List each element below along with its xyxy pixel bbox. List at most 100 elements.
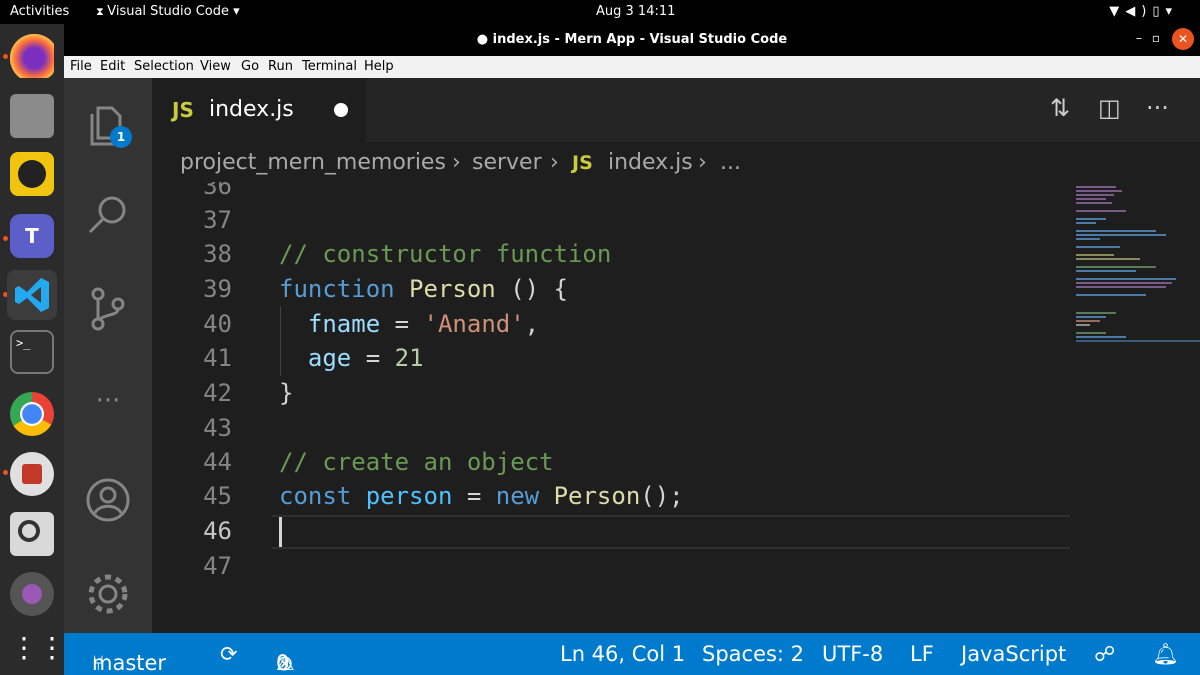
- token-operator: =: [380, 310, 424, 338]
- source-control-icon[interactable]: [84, 284, 132, 332]
- line-number: 45: [203, 482, 232, 510]
- running-indicator: [3, 54, 8, 59]
- token-keyword: const: [279, 482, 352, 510]
- line-number: 37: [203, 206, 232, 234]
- line-number: 38: [203, 240, 232, 268]
- activities-button[interactable]: Activities: [10, 4, 69, 19]
- app-menu[interactable]: ⧗ Visual Studio Code ▾: [96, 4, 240, 19]
- running-indicator: [3, 236, 8, 241]
- code-line-41: age = 21: [279, 344, 424, 372]
- window-title: ● index.js - Mern App - Visual Studio Co…: [476, 32, 788, 47]
- menu-view[interactable]: View: [200, 59, 231, 74]
- firefox-icon[interactable]: [10, 34, 54, 78]
- cursor-position[interactable]: Ln 46, Col 1: [560, 642, 685, 666]
- breadcrumb: project_mern_memories › server › JS inde…: [152, 142, 1200, 182]
- token-operator: =: [452, 482, 496, 510]
- token-function: Person: [553, 482, 641, 510]
- menu-go[interactable]: Go: [241, 59, 259, 74]
- line-number: 36: [203, 182, 232, 200]
- files-icon[interactable]: [10, 94, 54, 138]
- menu-help[interactable]: Help: [364, 59, 394, 74]
- menu-file[interactable]: File: [70, 59, 92, 74]
- indentation-status[interactable]: Spaces: 2: [702, 642, 804, 666]
- text-cursor: [279, 517, 282, 547]
- tab-index-js[interactable]: JS index.js: [152, 78, 366, 142]
- minimap[interactable]: [1070, 182, 1200, 633]
- token-keyword: function: [279, 275, 395, 303]
- menu-terminal[interactable]: Terminal: [302, 59, 357, 74]
- breadcrumb-subfolder[interactable]: server: [472, 150, 542, 175]
- more-actions-icon[interactable]: ···: [1146, 94, 1169, 122]
- branch-name: master: [92, 651, 167, 675]
- settings-dock-icon[interactable]: [10, 572, 54, 616]
- menu-edit[interactable]: Edit: [100, 59, 125, 74]
- rhythmbox-icon[interactable]: [10, 152, 54, 196]
- chevron-right-icon: ›: [550, 150, 559, 175]
- gear-icon[interactable]: [84, 570, 132, 618]
- token-variable: age: [307, 344, 352, 372]
- token-punct: () {: [495, 275, 568, 303]
- system-top-bar: Activities ⧗ Visual Studio Code ▾ Aug 3 …: [0, 0, 1200, 24]
- menu-selection[interactable]: Selection: [134, 59, 194, 74]
- token-punct: ,: [524, 310, 540, 338]
- window-titlebar: ● index.js - Mern App - Visual Studio Co…: [64, 24, 1200, 56]
- ubuntu-dock: T >_ ⋮⋮⋮: [0, 24, 94, 675]
- maximize-icon[interactable]: ▫: [1152, 31, 1160, 45]
- line-number: 42: [203, 379, 232, 407]
- code-line-38: // constructor function: [279, 240, 612, 268]
- language-mode[interactable]: JavaScript: [961, 642, 1066, 666]
- chrome-icon[interactable]: [10, 392, 54, 436]
- screenshot-tool-icon[interactable]: [10, 512, 54, 556]
- menu-bar: File Edit Selection View Go Run Terminal…: [64, 56, 1200, 78]
- split-editor-icon[interactable]: ◫: [1098, 94, 1121, 122]
- chevron-right-icon: ›: [698, 150, 707, 175]
- more-views-icon[interactable]: ···: [84, 386, 132, 434]
- system-tray[interactable]: ▼◀)▯▾: [1109, 4, 1178, 19]
- breadcrumb-more[interactable]: ...: [720, 150, 741, 175]
- token-operator: =: [351, 344, 395, 372]
- warning-count: 0: [276, 651, 290, 675]
- code-line-39: function Person () {: [279, 275, 568, 303]
- close-icon[interactable]: ✕: [1172, 28, 1194, 50]
- notifications-bell-icon[interactable]: 🔔︎: [1152, 642, 1179, 667]
- breadcrumb-file[interactable]: index.js: [608, 150, 693, 175]
- clock[interactable]: Aug 3 14:11: [596, 4, 675, 19]
- code-editor[interactable]: 36 37 38 39 40 41 42 43 44 45 46 47 // c…: [152, 182, 1070, 633]
- accounts-icon[interactable]: [84, 476, 132, 524]
- chevron-right-icon: ›: [452, 150, 461, 175]
- encoding-status[interactable]: UTF-8: [822, 642, 883, 666]
- token-punct: ();: [640, 482, 684, 510]
- token-number: 21: [394, 344, 424, 372]
- terminal-icon[interactable]: >_: [10, 330, 54, 374]
- search-icon[interactable]: [84, 190, 132, 238]
- token-function: Person: [409, 275, 496, 303]
- sync-icon[interactable]: ⟳: [220, 642, 238, 666]
- teams-icon[interactable]: T: [10, 214, 54, 258]
- compare-changes-icon[interactable]: ⇅: [1050, 94, 1070, 122]
- explorer-badge: 1: [110, 126, 132, 148]
- running-indicator: [3, 470, 8, 475]
- js-file-icon: JS: [172, 98, 194, 122]
- line-number: 44: [203, 448, 232, 476]
- minimize-icon[interactable]: –: [1136, 31, 1142, 45]
- explorer-icon[interactable]: 1: [84, 98, 132, 148]
- line-number: 41: [203, 344, 232, 372]
- line-number: 40: [203, 310, 232, 338]
- code-line-44: // create an object: [279, 448, 554, 476]
- line-number: 39: [203, 275, 232, 303]
- activity-bar: 1 ···: [64, 78, 152, 633]
- chevron-down-icon: ▾: [1165, 4, 1178, 19]
- vscode-dock-icon[interactable]: [7, 270, 57, 320]
- show-apps-icon[interactable]: ⋮⋮⋮: [10, 628, 94, 672]
- eol-status[interactable]: LF: [910, 642, 934, 666]
- feedback-icon[interactable]: ☍: [1094, 642, 1115, 666]
- status-bar: ⑂ master ⟳ ⊗ 0 ⚠ 0 Ln 46, Col 1 Spaces: …: [64, 633, 1200, 675]
- software-updater-icon[interactable]: [10, 452, 54, 496]
- line-number-current: 46: [203, 517, 232, 545]
- token-keyword: new: [495, 482, 540, 510]
- token-variable: fname: [307, 310, 381, 338]
- breadcrumb-folder[interactable]: project_mern_memories: [180, 150, 446, 175]
- unsaved-dot-icon[interactable]: [334, 103, 348, 117]
- menu-run[interactable]: Run: [268, 59, 293, 74]
- line-number: 43: [203, 414, 232, 442]
